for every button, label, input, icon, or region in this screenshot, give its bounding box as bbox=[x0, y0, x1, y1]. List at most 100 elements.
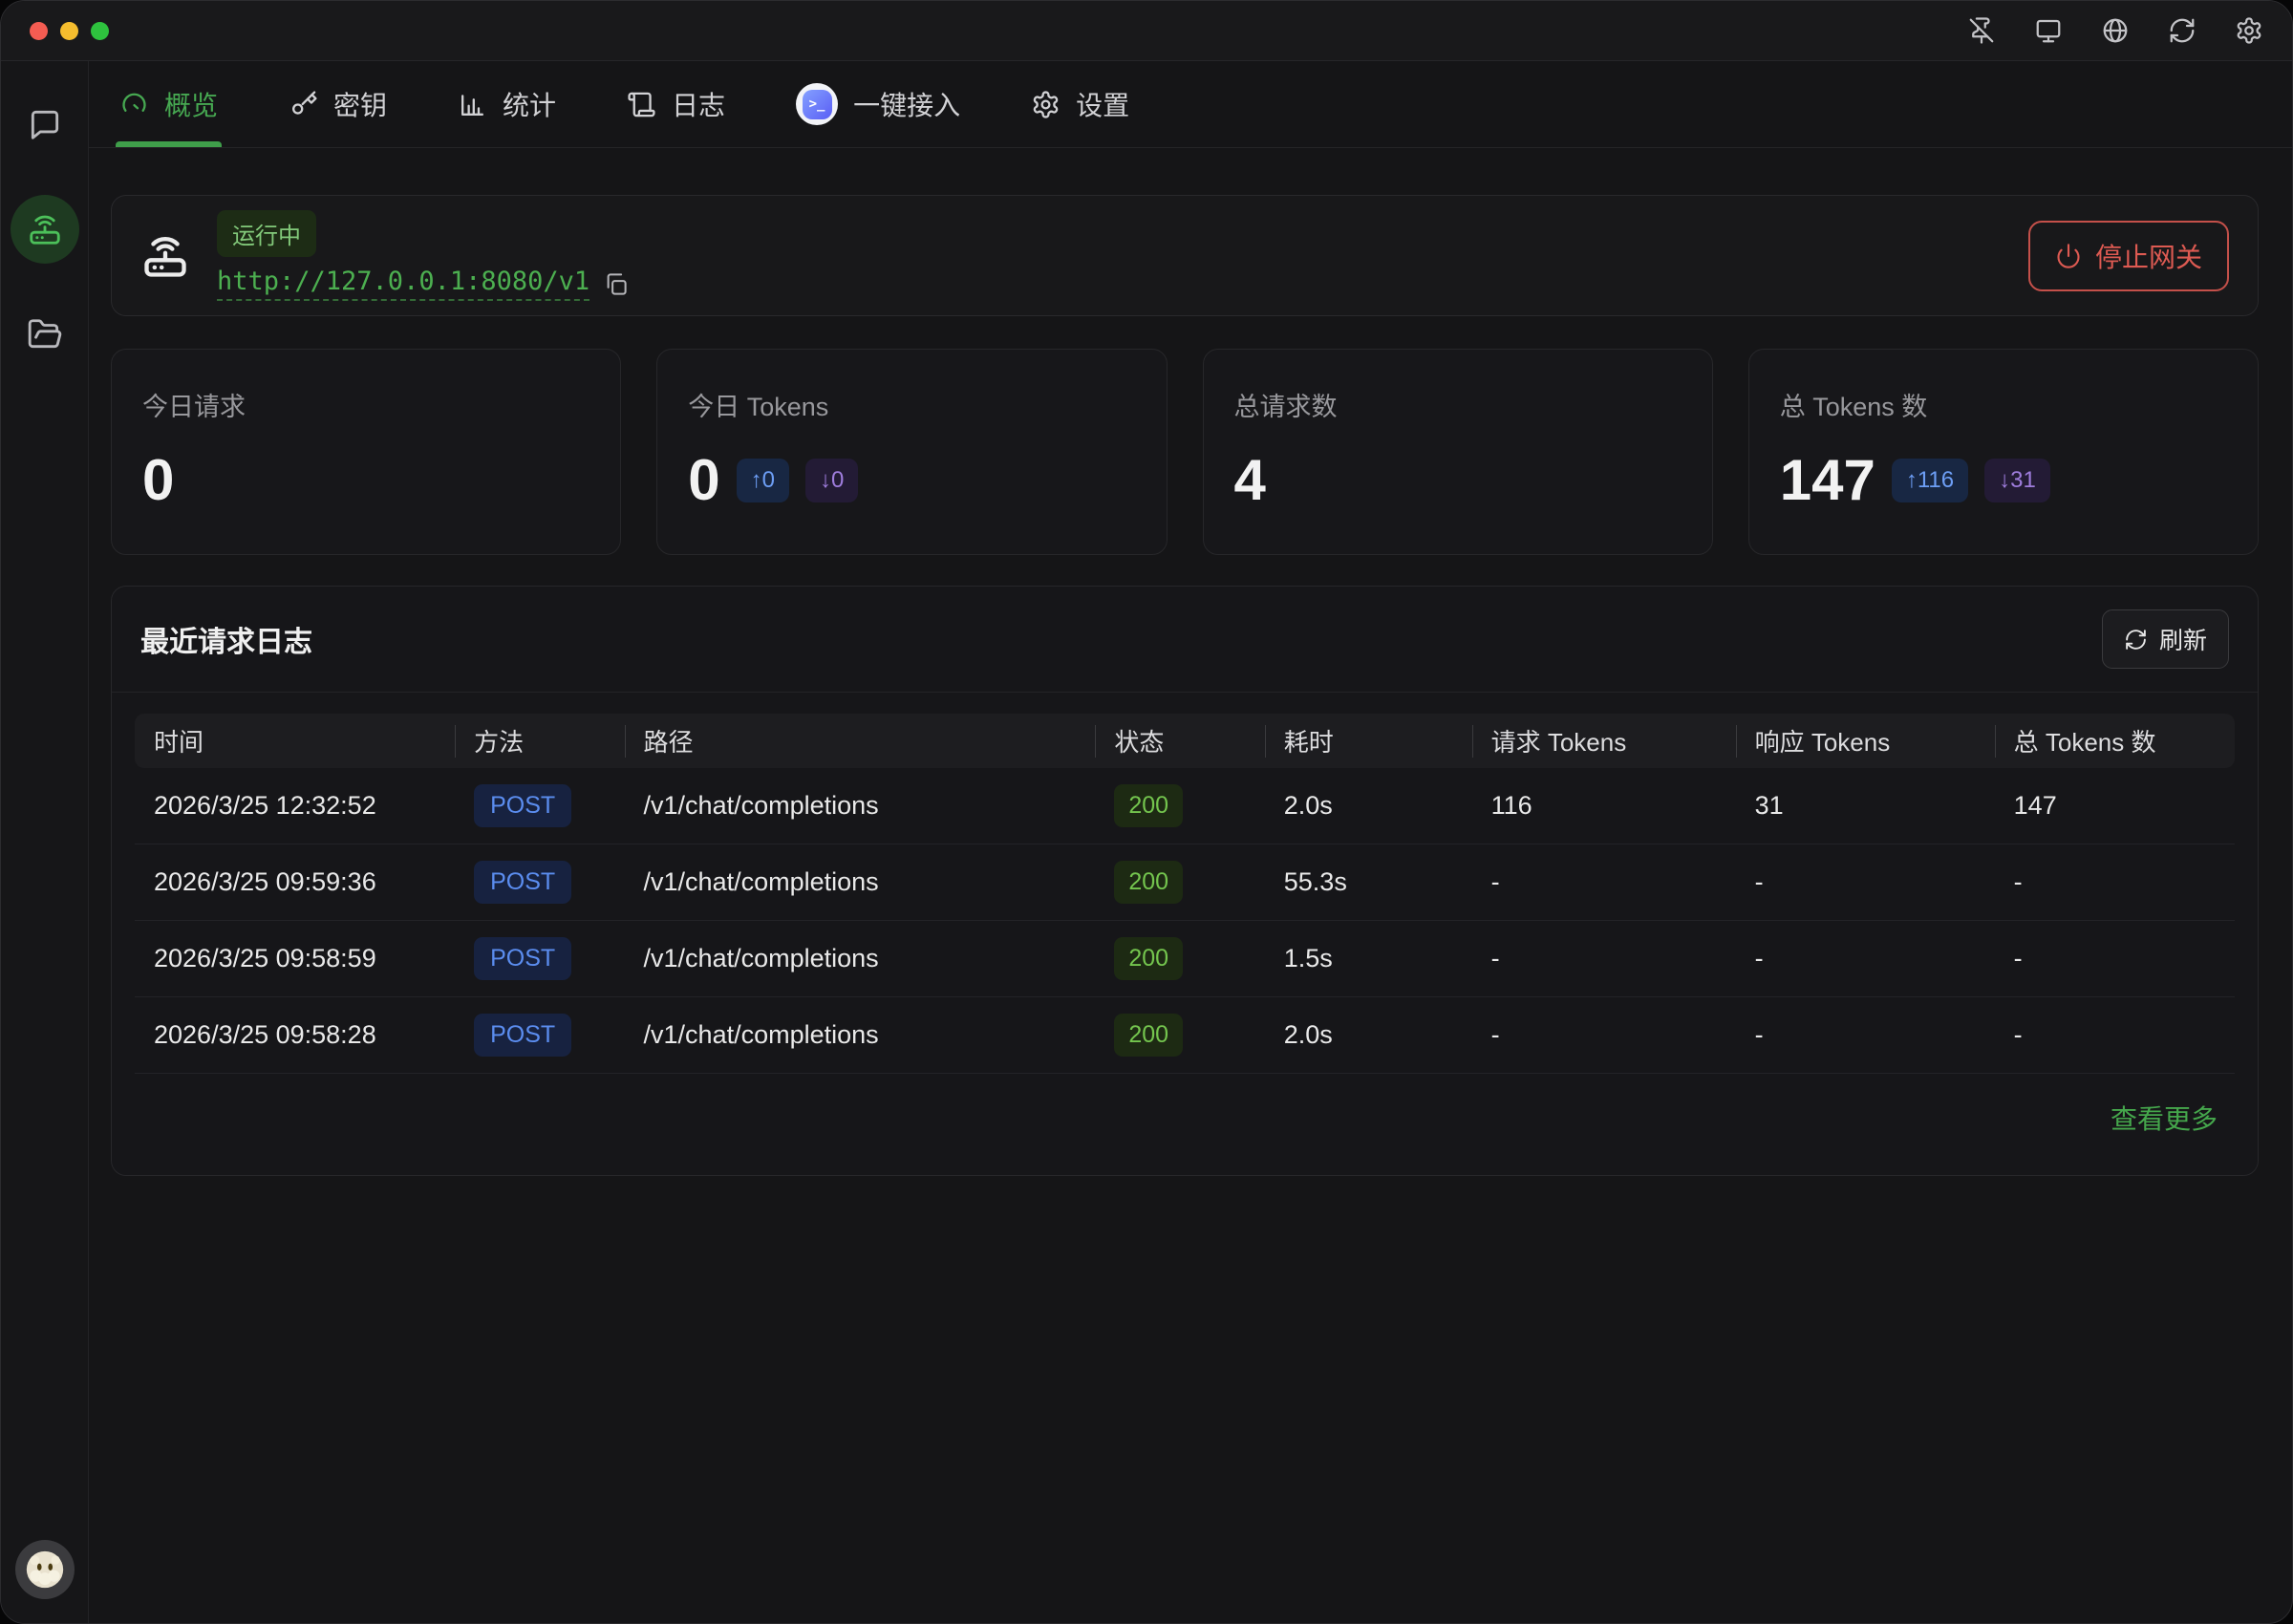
folder-open-icon bbox=[27, 316, 63, 353]
cell-path: /v1/chat/completions bbox=[625, 791, 1096, 821]
cell-request-tokens: - bbox=[1472, 944, 1736, 973]
refresh-logs-button[interactable]: 刷新 bbox=[2102, 609, 2229, 669]
refresh-icon bbox=[2124, 628, 2148, 652]
table-row[interactable]: 2026/3/25 09:58:59 POST /v1/chat/complet… bbox=[135, 921, 2235, 997]
cell-response-tokens: - bbox=[1736, 1020, 1995, 1050]
stat-card-today-tokens: 今日 Tokens 0 ↑0 ↓0 bbox=[656, 349, 1167, 555]
titlebar bbox=[1, 1, 2292, 61]
tokens-up-badge: ↑116 bbox=[1892, 459, 1968, 502]
cell-status: 200 bbox=[1095, 1014, 1264, 1057]
cell-total-tokens: - bbox=[1995, 867, 2235, 897]
table-row[interactable]: 2026/3/25 09:59:36 POST /v1/chat/complet… bbox=[135, 844, 2235, 921]
sidebar-items bbox=[11, 90, 79, 369]
sidebar-item-files[interactable] bbox=[11, 300, 79, 369]
cell-time: 2026/3/25 12:32:52 bbox=[135, 791, 455, 821]
monitor-button[interactable] bbox=[2034, 16, 2063, 45]
cell-method: POST bbox=[455, 861, 624, 904]
terminal-logo-icon: >_ bbox=[796, 83, 838, 125]
cell-total-tokens: - bbox=[1995, 944, 2235, 973]
cell-duration: 55.3s bbox=[1265, 867, 1472, 897]
column-header-duration: 耗时 bbox=[1265, 723, 1472, 759]
cell-request-tokens: 116 bbox=[1472, 791, 1736, 821]
router-icon bbox=[140, 231, 190, 281]
status-code-badge: 200 bbox=[1114, 784, 1183, 827]
stat-value: 147 bbox=[1780, 452, 1875, 509]
tab-logs[interactable]: 日志 bbox=[623, 61, 729, 147]
stat-label: 今日 Tokens bbox=[688, 386, 1135, 423]
tab-label: 概览 bbox=[164, 85, 218, 123]
method-badge: POST bbox=[474, 1014, 571, 1057]
cell-method: POST bbox=[455, 1014, 624, 1057]
cell-duration: 2.0s bbox=[1265, 791, 1472, 821]
tab-label: 一键接入 bbox=[853, 85, 960, 123]
stat-card-total-tokens: 总 Tokens 数 147 ↑116 ↓31 bbox=[1748, 349, 2259, 555]
cell-time: 2026/3/25 09:58:59 bbox=[135, 944, 455, 973]
cell-response-tokens: 31 bbox=[1736, 791, 1995, 821]
status-code-badge: 200 bbox=[1114, 937, 1183, 980]
table-row[interactable]: 2026/3/25 09:58:28 POST /v1/chat/complet… bbox=[135, 997, 2235, 1074]
status-code-badge: 200 bbox=[1114, 861, 1183, 904]
gateway-url-link[interactable]: http://127.0.0.1:8080/v1 bbox=[217, 267, 589, 301]
method-badge: POST bbox=[474, 861, 571, 904]
refresh-button[interactable] bbox=[2168, 16, 2197, 45]
tab-stats[interactable]: 统计 bbox=[454, 61, 560, 147]
column-header-status: 状态 bbox=[1095, 723, 1264, 759]
cell-time: 2026/3/25 09:58:28 bbox=[135, 1020, 455, 1050]
close-button[interactable] bbox=[30, 22, 48, 40]
cell-path: /v1/chat/completions bbox=[625, 1020, 1096, 1050]
column-header-response-tokens: 响应 Tokens bbox=[1736, 723, 1995, 759]
sidebar-item-gateway[interactable] bbox=[11, 195, 79, 264]
content: 运行中 http://127.0.0.1:8080/v1 停止网关 bbox=[89, 148, 2292, 1176]
traffic-lights bbox=[30, 22, 109, 40]
minimize-button[interactable] bbox=[60, 22, 78, 40]
refresh-icon bbox=[2168, 16, 2197, 45]
globe-button[interactable] bbox=[2101, 16, 2130, 45]
tokens-up-badge: ↑0 bbox=[737, 459, 789, 502]
tokens-down-badge: ↓0 bbox=[805, 459, 858, 502]
cell-request-tokens: - bbox=[1472, 1020, 1736, 1050]
scroll-icon bbox=[627, 90, 656, 119]
column-header-path: 路径 bbox=[625, 723, 1096, 759]
table-header-row: 时间 方法 路径 状态 耗时 请求 Tokens 响应 Tokens 总 Tok… bbox=[135, 714, 2235, 768]
tab-label: 密钥 bbox=[333, 85, 387, 123]
tab-settings[interactable]: 设置 bbox=[1027, 61, 1133, 147]
view-more-link[interactable]: 查看更多 bbox=[2111, 1104, 2218, 1134]
pin-off-icon bbox=[1967, 16, 1996, 45]
table-row[interactable]: 2026/3/25 12:32:52 POST /v1/chat/complet… bbox=[135, 768, 2235, 844]
key-icon bbox=[289, 90, 318, 119]
logs-table: 时间 方法 路径 状态 耗时 请求 Tokens 响应 Tokens 总 Tok… bbox=[112, 693, 2258, 1074]
cell-status: 200 bbox=[1095, 784, 1264, 827]
status-badge: 运行中 bbox=[217, 210, 316, 257]
stat-value: 4 bbox=[1234, 452, 1266, 509]
cell-response-tokens: - bbox=[1736, 944, 1995, 973]
stat-value: 0 bbox=[142, 452, 174, 509]
method-badge: POST bbox=[474, 937, 571, 980]
tab-overview[interactable]: 概览 bbox=[116, 61, 222, 147]
sidebar-item-chat[interactable] bbox=[11, 90, 79, 159]
column-header-time: 时间 bbox=[135, 723, 455, 759]
stat-label: 总请求数 bbox=[1234, 386, 1682, 423]
cell-path: /v1/chat/completions bbox=[625, 867, 1096, 897]
user-avatar[interactable] bbox=[15, 1540, 75, 1599]
gateway-status-panel: 运行中 http://127.0.0.1:8080/v1 停止网关 bbox=[111, 195, 2259, 316]
tab-label: 设置 bbox=[1076, 85, 1129, 123]
cell-duration: 1.5s bbox=[1265, 944, 1472, 973]
gauge-icon bbox=[119, 90, 149, 119]
copy-url-button[interactable] bbox=[603, 271, 629, 297]
tab-keys[interactable]: 密钥 bbox=[285, 61, 391, 147]
cell-status: 200 bbox=[1095, 937, 1264, 980]
column-header-method: 方法 bbox=[455, 723, 624, 759]
method-badge: POST bbox=[474, 784, 571, 827]
pin-off-button[interactable] bbox=[1967, 16, 1996, 45]
column-header-total-tokens: 总 Tokens 数 bbox=[1995, 723, 2235, 759]
stat-card-today-requests: 今日请求 0 bbox=[111, 349, 621, 555]
tab-onboarding[interactable]: >_ 一键接入 bbox=[792, 61, 964, 147]
zoom-button[interactable] bbox=[91, 22, 109, 40]
stop-gateway-button[interactable]: 停止网关 bbox=[2028, 221, 2229, 291]
settings-button[interactable] bbox=[2235, 16, 2263, 45]
cell-response-tokens: - bbox=[1736, 867, 1995, 897]
cell-duration: 2.0s bbox=[1265, 1020, 1472, 1050]
cell-total-tokens: - bbox=[1995, 1020, 2235, 1050]
face-in-clouds-emoji-icon bbox=[23, 1548, 67, 1592]
copy-icon bbox=[603, 271, 629, 297]
